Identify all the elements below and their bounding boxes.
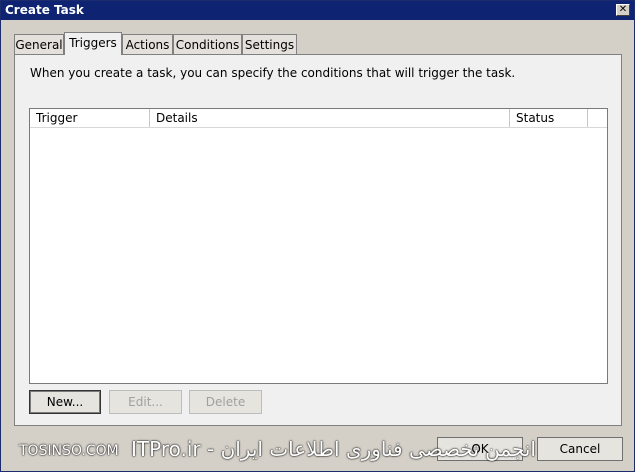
tab-actions[interactable]: Actions	[122, 34, 173, 54]
triggers-panel: When you create a task, you can specify …	[14, 54, 622, 426]
title-bar[interactable]: Create Task ✕	[1, 1, 634, 20]
tab-actions-label: Actions	[125, 38, 170, 52]
close-icon: ✕	[618, 4, 628, 15]
edit-trigger-button[interactable]: Edit...	[109, 390, 182, 414]
tab-triggers-label: Triggers	[69, 36, 117, 50]
tab-settings[interactable]: Settings	[242, 34, 297, 54]
triggers-description: When you create a task, you can specify …	[30, 66, 516, 80]
tab-settings-label: Settings	[244, 38, 295, 52]
triggers-list[interactable]: Trigger Details Status	[29, 108, 608, 384]
column-header-status[interactable]: Status	[510, 109, 588, 127]
cancel-button[interactable]: Cancel	[537, 437, 623, 461]
tab-general[interactable]: General	[14, 34, 64, 54]
new-trigger-button[interactable]: New...	[29, 390, 101, 414]
window-title: Create Task	[5, 3, 84, 17]
tab-triggers[interactable]: Triggers	[64, 32, 122, 55]
create-task-window: Create Task ✕ General Triggers Actions C…	[0, 0, 635, 472]
tab-general-label: General	[15, 38, 63, 52]
delete-trigger-button[interactable]: Delete	[189, 390, 262, 414]
watermark-site: TOSINSO.COM	[19, 443, 119, 459]
list-column-headers: Trigger Details Status	[30, 109, 607, 128]
column-header-trigger[interactable]: Trigger	[30, 109, 150, 127]
watermark-text: ITPro.ir - انجمن تخصصی فناوری اطلاعات ای…	[131, 437, 536, 461]
tab-conditions-label: Conditions	[175, 38, 240, 52]
close-button[interactable]: ✕	[616, 4, 630, 16]
tab-conditions[interactable]: Conditions	[173, 34, 242, 54]
column-header-details[interactable]: Details	[150, 109, 510, 127]
